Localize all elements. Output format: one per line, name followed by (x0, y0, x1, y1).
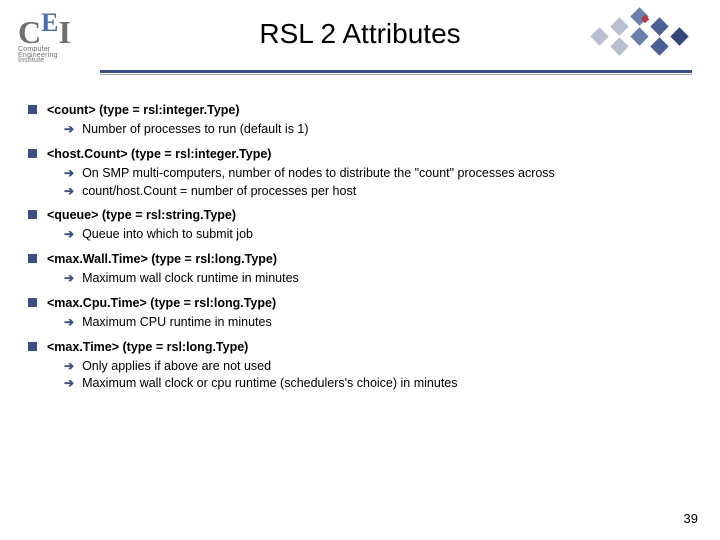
bullet-title: <max.Wall.Time> (type = rsl:long.Type) (47, 251, 277, 268)
title-underline (100, 70, 692, 75)
arrow-icon: ➔ (64, 314, 74, 331)
sub-bullet: ➔ Maximum wall clock runtime in minutes (64, 270, 692, 287)
bullet-title: <max.Cpu.Time> (type = rsl:long.Type) (47, 295, 276, 312)
arrow-icon: ➔ (64, 226, 74, 243)
sub-bullet: ➔ Number of processes to run (default is … (64, 121, 692, 138)
sub-text: On SMP multi-computers, number of nodes … (82, 165, 692, 182)
bullet-item: <queue> (type = rsl:string.Type) ➔ Queue … (28, 207, 692, 243)
square-bullet-icon (28, 149, 37, 158)
sub-bullet: ➔ Maximum wall clock or cpu runtime (sche… (64, 375, 692, 392)
arrow-icon: ➔ (64, 165, 74, 182)
bullet-title: <host.Count> (type = rsl:integer.Type) (47, 146, 271, 163)
sub-text: Maximum wall clock runtime in minutes (82, 270, 692, 287)
sub-bullet: ➔ count/host.Count = number of processes … (64, 183, 692, 200)
square-bullet-icon (28, 210, 37, 219)
sub-bullet: ➔ Only applies if above are not used (64, 358, 692, 375)
square-bullet-icon (28, 342, 37, 351)
sub-text: Only applies if above are not used (82, 358, 692, 375)
sub-text: Queue into which to submit job (82, 226, 692, 243)
content-body: <count> (type = rsl:integer.Type) ➔ Numbe… (28, 102, 692, 400)
sub-text: Maximum wall clock or cpu runtime (sched… (82, 375, 692, 392)
arrow-icon: ➔ (64, 183, 74, 200)
slide-title: RSL 2 Attributes (0, 18, 720, 50)
sub-bullet: ➔ On SMP multi-computers, number of nodes… (64, 165, 692, 182)
bullet-item: <host.Count> (type = rsl:integer.Type) ➔… (28, 146, 692, 200)
bullet-title: <count> (type = rsl:integer.Type) (47, 102, 240, 119)
square-bullet-icon (28, 105, 37, 114)
sub-bullet: ➔ Maximum CPU runtime in minutes (64, 314, 692, 331)
sub-text: Number of processes to run (default is 1… (82, 121, 692, 138)
arrow-icon: ➔ (64, 121, 74, 138)
bullet-item: <max.Cpu.Time> (type = rsl:long.Type) ➔ M… (28, 295, 692, 331)
arrow-icon: ➔ (64, 270, 74, 287)
bullet-title: <max.Time> (type = rsl:long.Type) (47, 339, 248, 356)
sub-text: Maximum CPU runtime in minutes (82, 314, 692, 331)
bullet-item: <count> (type = rsl:integer.Type) ➔ Numbe… (28, 102, 692, 138)
square-bullet-icon (28, 254, 37, 263)
bullet-item: <max.Wall.Time> (type = rsl:long.Type) ➔… (28, 251, 692, 287)
sub-text: count/host.Count = number of processes p… (82, 183, 692, 200)
sub-bullet: ➔ Queue into which to submit job (64, 226, 692, 243)
square-bullet-icon (28, 298, 37, 307)
bullet-title: <queue> (type = rsl:string.Type) (47, 207, 236, 224)
page-number: 39 (684, 511, 698, 526)
bullet-item: <max.Time> (type = rsl:long.Type) ➔ Only … (28, 339, 692, 393)
arrow-icon: ➔ (64, 358, 74, 375)
arrow-icon: ➔ (64, 375, 74, 392)
